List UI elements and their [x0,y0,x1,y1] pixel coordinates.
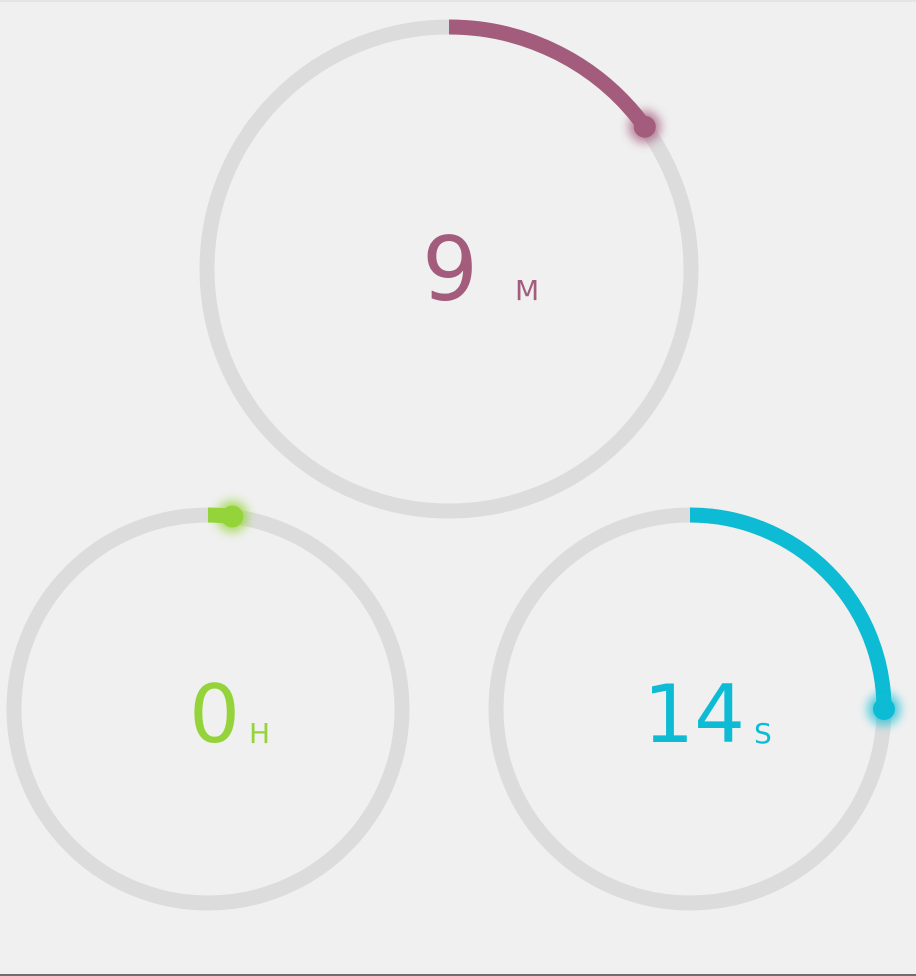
hours-dial[interactable]: 0 H [6,500,410,911]
minutes-value: 9 [422,218,478,321]
hours-handle[interactable] [221,505,244,528]
seconds-handle[interactable] [873,698,895,720]
timer-dials: 9 M 0 H 14 S [6,19,900,911]
minutes-progress-arc [448,19,651,132]
hours-value: 0 [189,668,240,761]
seconds-value: 14 [643,668,745,761]
minutes-handle[interactable] [633,115,656,138]
seconds-dial[interactable]: 14 S [488,507,900,911]
minutes-unit-label: M [515,274,539,307]
hours-unit-label: H [249,717,270,750]
minutes-dial[interactable]: 9 M [199,19,699,519]
seconds-unit-label: S [754,717,772,750]
timer-screen: 9 M 0 H 14 S [0,0,916,976]
